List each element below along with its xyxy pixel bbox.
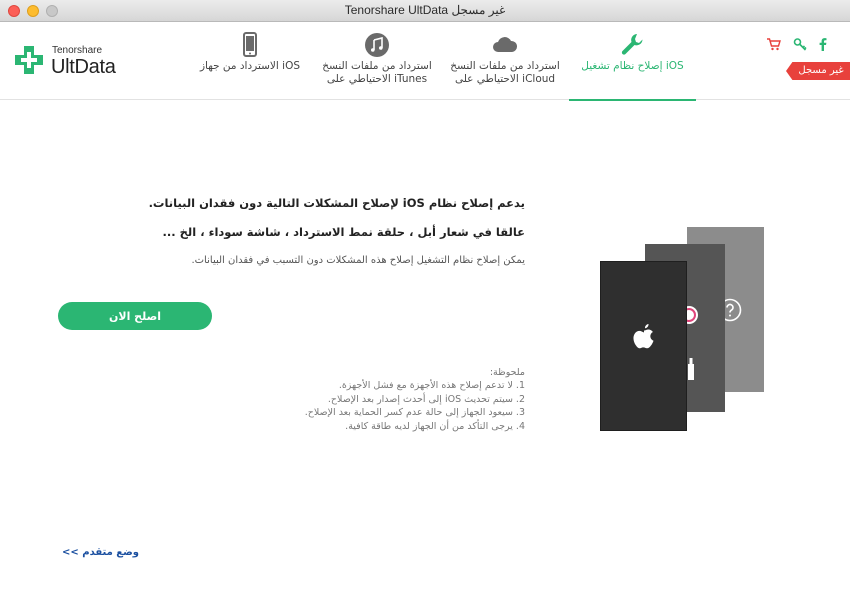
tenorshare-logo-icon xyxy=(15,46,43,74)
fix-now-button[interactable]: اصلح الان xyxy=(58,302,212,330)
tab-repair-ios-system[interactable]: إصلاح نظام تشغيل iOS xyxy=(569,22,696,101)
notes-title: ملحوظة: xyxy=(489,367,525,378)
logo-product-text: UltData xyxy=(51,56,116,78)
issues-text: عالقا في شعار أبل ، حلقة نمط الاسترداد ،… xyxy=(162,225,525,239)
notes-section: ملحوظة: 1. لا تدعم إصلاح هذه الأجهزة مع … xyxy=(305,366,525,433)
description-text: يمكن إصلاح نظام التشغيل إصلاح هذه المشكل… xyxy=(191,255,525,266)
intro-text: يدعم إصلاح نظام iOS لإصلاح المشكلات التا… xyxy=(148,196,525,210)
cart-icon[interactable] xyxy=(766,36,782,52)
app-logo: Tenorshare UltData xyxy=(14,42,144,87)
itunes-logo-icon xyxy=(687,306,698,324)
cloud-icon xyxy=(493,37,518,52)
cable-icon xyxy=(688,358,694,380)
tab-label: إصلاح نظام تشغيل iOS xyxy=(581,60,684,72)
apple-logo-icon xyxy=(633,324,654,349)
tab-label: استرداد من ملفات النسخ الاحتياطي على iCl… xyxy=(450,60,560,85)
note-item: 1. لا تدعم إصلاح هذه الأجهزة مع فشل الأج… xyxy=(338,380,525,391)
advanced-mode-link[interactable]: وضع متقدم >> xyxy=(62,547,139,558)
wrench-icon xyxy=(621,34,642,55)
note-item: 4. يرجى التأكد من أن الجهاز لديه طاقة كا… xyxy=(345,420,525,432)
note-item: 2. سيتم تحديث iOS إلى أحدث إصدار بعد الإ… xyxy=(327,393,525,405)
key-icon[interactable] xyxy=(792,36,808,52)
unregistered-badge[interactable]: غير مسجل xyxy=(786,62,850,80)
tab-recover-from-device[interactable]: الاسترداد من جهاز iOS xyxy=(190,22,310,100)
tab-label: الاسترداد من جهاز iOS xyxy=(199,60,300,72)
tab-recover-from-itunes[interactable]: استرداد من ملفات النسخ الاحتياطي على iTu… xyxy=(318,22,436,100)
window-title: Tenorshare UltData غير مسجل xyxy=(344,3,506,17)
tab-label: استرداد من ملفات النسخ الاحتياطي على iTu… xyxy=(322,60,432,85)
tab-recover-from-icloud[interactable]: استرداد من ملفات النسخ الاحتياطي على iCl… xyxy=(446,22,564,100)
note-item: 3. سيعود الجهاز إلى حالة عدم كسر الحماية… xyxy=(304,407,525,418)
facebook-icon[interactable] xyxy=(815,36,831,52)
music-note-icon xyxy=(365,33,389,57)
app-header: Tenorshare UltData الاسترداد من جهاز iOS… xyxy=(0,22,850,101)
phone-icon xyxy=(243,32,257,57)
title-bar: Tenorshare UltData غير مسجل xyxy=(0,0,850,22)
logo-brand-text: Tenorshare xyxy=(52,45,103,56)
